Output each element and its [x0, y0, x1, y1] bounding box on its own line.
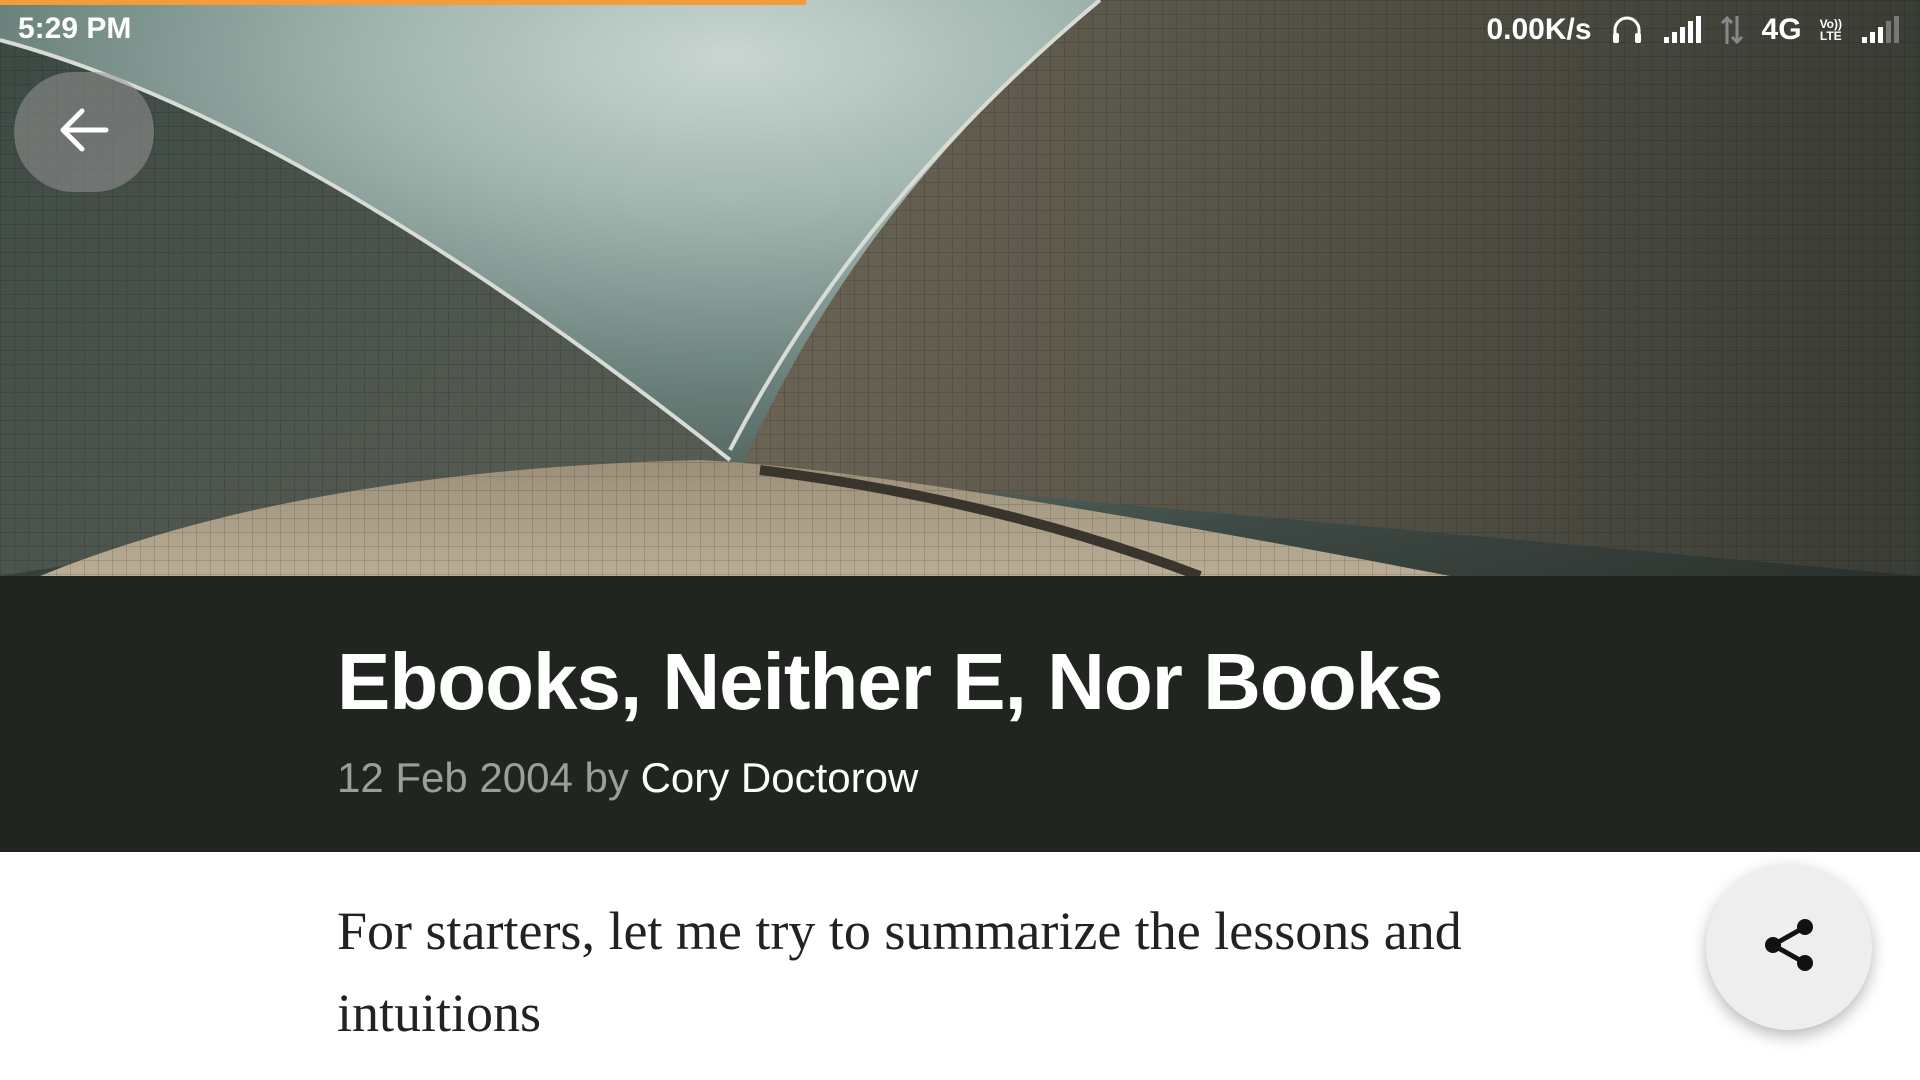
article-title: Ebooks, Neither E, Nor Books [337, 637, 1444, 726]
network-type: 4G [1761, 13, 1802, 46]
header-image [0, 0, 1920, 576]
back-button[interactable] [14, 72, 154, 192]
share-icon [1757, 913, 1821, 982]
reading-progress-bar [0, 0, 807, 5]
article-date: 12 Feb 2004 [337, 754, 573, 801]
headphones-icon [1610, 13, 1644, 47]
article-author[interactable]: Cory Doctorow [641, 754, 919, 801]
body-line: intuitions [337, 983, 542, 1043]
signal-icon [1662, 15, 1702, 45]
signal-icon-2 [1860, 15, 1900, 45]
arrow-left-icon [56, 102, 112, 163]
net-speed: 0.00K/s [1486, 13, 1592, 46]
opera-house-roof-graphic [0, 0, 1920, 576]
byline-by: by [584, 754, 629, 801]
volte-badge: Vo)) LTE [1819, 17, 1842, 43]
article-byline: 12 Feb 2004 by Cory Doctorow [337, 754, 918, 802]
status-indicators: 0.00K/s 4G Vo)) LTE [1486, 10, 1900, 50]
article-body: For starters, let me try to summarize th… [337, 890, 1637, 1054]
status-bar: 5:29 PM 0.00K/s 4G Vo)) LTE [0, 0, 1920, 62]
share-button[interactable] [1706, 864, 1872, 1030]
data-arrows-icon [1720, 14, 1744, 46]
body-line: For starters, let me try to summarize th… [337, 901, 1462, 961]
status-time: 5:29 PM [18, 12, 132, 45]
